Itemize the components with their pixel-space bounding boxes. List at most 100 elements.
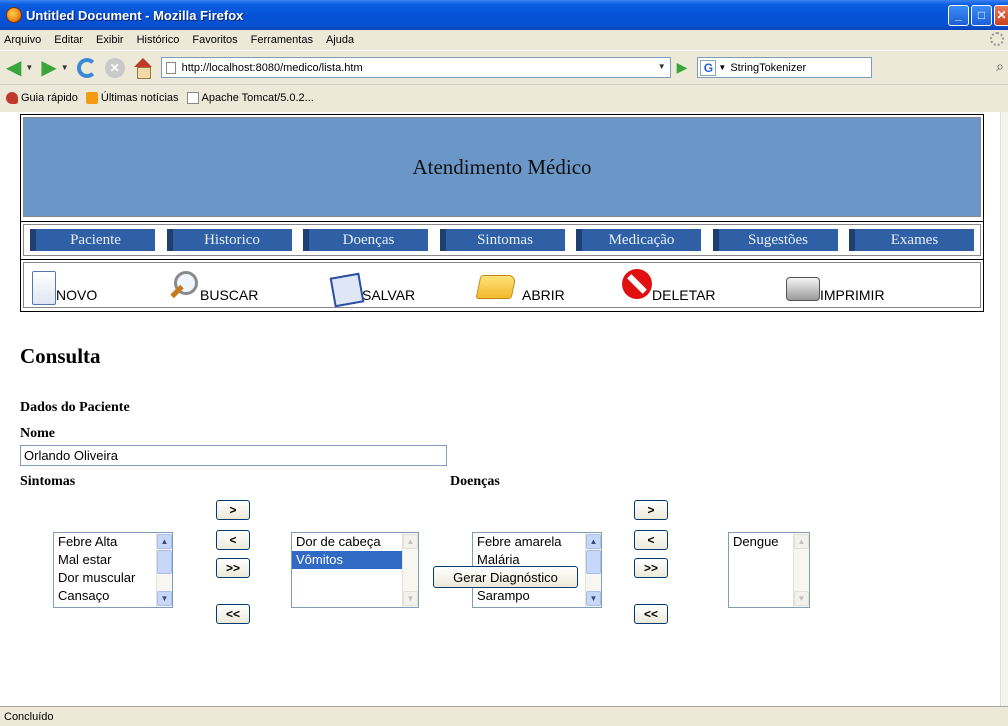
doencas-label: Doenças [450,474,500,489]
menu-exibir[interactable]: Exibir [96,34,124,46]
imprimir-label: IMPRIMIR [820,287,885,303]
page-title: Consulta [20,344,101,368]
page-scrollbar[interactable] [1000,112,1008,706]
magnifier-icon [166,269,200,305]
sintomas-label: Sintomas [20,474,76,489]
nav-historico[interactable]: Historico [166,229,292,251]
back-icon[interactable]: ◀ [6,58,21,78]
abrir-label: ABRIR [522,287,565,303]
nav-sintomas[interactable]: Sintomas [439,229,565,251]
minimize-button[interactable]: _ [948,4,969,26]
novo-button[interactable]: NOVO [32,265,97,305]
list-item[interactable]: Febre amarela [473,533,601,551]
nav-paciente[interactable]: Paciente [30,229,155,251]
bookmark-label: Últimas notícias [100,91,179,104]
rss-icon [85,91,98,104]
menu-editar[interactable]: Editar [54,34,83,46]
menu-historico[interactable]: Histórico [137,34,180,46]
banner-frame: Atendimento Médico [20,114,984,222]
nav-sugestoes[interactable]: Sugestões [712,229,838,251]
home-icon[interactable] [133,57,153,79]
url-field[interactable]: http://localhost:8080/medico/lista.htm ▼ [160,57,671,78]
add-sintoma-button[interactable]: > [216,500,250,520]
menu-bar: Arquivo Editar Exibir Histórico Favorito… [0,30,1008,50]
list-item-selected[interactable]: Vômitos [292,551,402,569]
search-icon[interactable]: ⌕ [996,58,1004,75]
list-item[interactable]: Dor de cabeça [292,533,418,551]
delete-icon [622,269,652,299]
list-scrollbar[interactable]: ▲ ▼ [585,533,601,607]
bookmark-guia-rapido[interactable]: Guia rápido [6,91,78,104]
banner-title: Atendimento Médico [412,154,592,179]
scroll-thumb[interactable] [586,550,601,574]
search-engine-dropdown-icon[interactable]: ▼ [718,63,726,72]
url-text: http://localhost:8080/medico/lista.htm [181,61,363,74]
list-item[interactable]: Cansaço [54,587,172,605]
scroll-down-icon: ▼ [794,591,809,606]
remove-all-doencas-button[interactable]: << [634,604,668,624]
gerar-diagnostico-button[interactable]: Gerar Diagnóstico [433,566,578,588]
abrir-button[interactable]: ABRIR [475,265,565,305]
section-nav: Paciente Historico Doenças Sintomas Medi… [23,224,981,256]
reload-icon[interactable] [76,57,97,78]
menu-ajuda[interactable]: Ajuda [326,34,354,46]
nome-field[interactable]: Orlando Oliveira [20,445,447,466]
page-header: Atendimento Médico Paciente Historico Do… [20,114,984,312]
nav-medicacao[interactable]: Medicação [576,229,701,251]
folder-icon [475,275,517,299]
nav-exames[interactable]: Exames [849,229,974,251]
remove-doenca-button[interactable]: < [634,530,668,550]
scroll-up-icon[interactable]: ▲ [157,534,172,549]
list-scrollbar: ▲ ▼ [402,533,418,607]
stop-icon[interactable]: ✕ [104,57,125,78]
scroll-up-icon[interactable]: ▲ [586,534,601,549]
navigation-toolbar: ◀ ▼ ▶ ▼ ✕ http://localhost:8080/medico/l… [0,50,1008,84]
sintomas-selected-list[interactable]: Dor de cabeça Vômitos ▲ ▼ [291,532,419,608]
google-icon[interactable]: G [700,59,717,76]
add-doenca-button[interactable]: > [634,500,668,520]
list-scrollbar[interactable]: ▲ ▼ [156,533,172,607]
add-all-doencas-button[interactable]: >> [634,558,668,578]
remove-sintoma-button[interactable]: < [216,530,250,550]
add-all-sintomas-button[interactable]: >> [216,558,250,578]
banner: Atendimento Médico [23,117,981,217]
salvar-button[interactable]: SALVAR [329,265,416,308]
forward-icon[interactable]: ▶ [41,58,56,78]
scroll-up-icon: ▲ [794,534,809,549]
list-item[interactable]: Febre Alta [54,533,172,551]
bookmark-apache-tomcat[interactable]: Apache Tomcat/5.0.2... [186,91,314,104]
bookmark-label: Guia rápido [21,91,78,104]
scroll-thumb[interactable] [157,550,172,574]
buscar-label: BUSCAR [200,287,259,303]
remove-all-sintomas-button[interactable]: << [216,604,250,624]
url-dropdown-icon[interactable]: ▼ [658,62,666,71]
salvar-label: SALVAR [362,287,416,303]
maximize-button[interactable]: □ [971,4,992,26]
nome-label: Nome [20,426,55,441]
forward-dropdown-icon[interactable]: ▼ [61,63,69,72]
list-item[interactable]: Mal estar [54,551,172,569]
bookmark-ultimas-noticias[interactable]: Últimas notícias [85,91,179,104]
close-button[interactable]: ✕ [994,4,1008,26]
list-item[interactable]: Sarampo [473,587,601,605]
scroll-down-icon[interactable]: ▼ [586,591,601,606]
sintomas-available-list[interactable]: Febre Alta Mal estar Dor muscular Cansaç… [53,532,173,608]
imprimir-button[interactable]: IMPRIMIR [786,265,885,305]
back-dropdown-icon[interactable]: ▼ [25,63,33,72]
doencas-selected-list[interactable]: Dengue ▲ ▼ [728,532,810,608]
menu-favoritos[interactable]: Favoritos [192,34,237,46]
novo-label: NOVO [56,287,98,303]
go-icon[interactable]: ▶ [677,59,688,76]
section-nav-frame: Paciente Historico Doenças Sintomas Medi… [20,222,984,260]
menu-arquivo[interactable]: Arquivo [4,34,41,46]
scroll-down-icon[interactable]: ▼ [157,591,172,606]
bookmark-label: Apache Tomcat/5.0.2... [201,91,314,104]
list-scrollbar: ▲ ▼ [793,533,809,607]
nav-doencas[interactable]: Doenças [303,229,428,251]
window-title: Untitled Document - Mozilla Firefox [26,7,244,23]
list-item[interactable]: Dor muscular [54,569,172,587]
menu-ferramentas[interactable]: Ferramentas [251,34,313,46]
search-field[interactable]: G ▼ StringTokenizer [697,57,873,78]
buscar-button[interactable]: BUSCAR [166,265,258,305]
deletar-button[interactable]: DELETAR [622,265,716,305]
